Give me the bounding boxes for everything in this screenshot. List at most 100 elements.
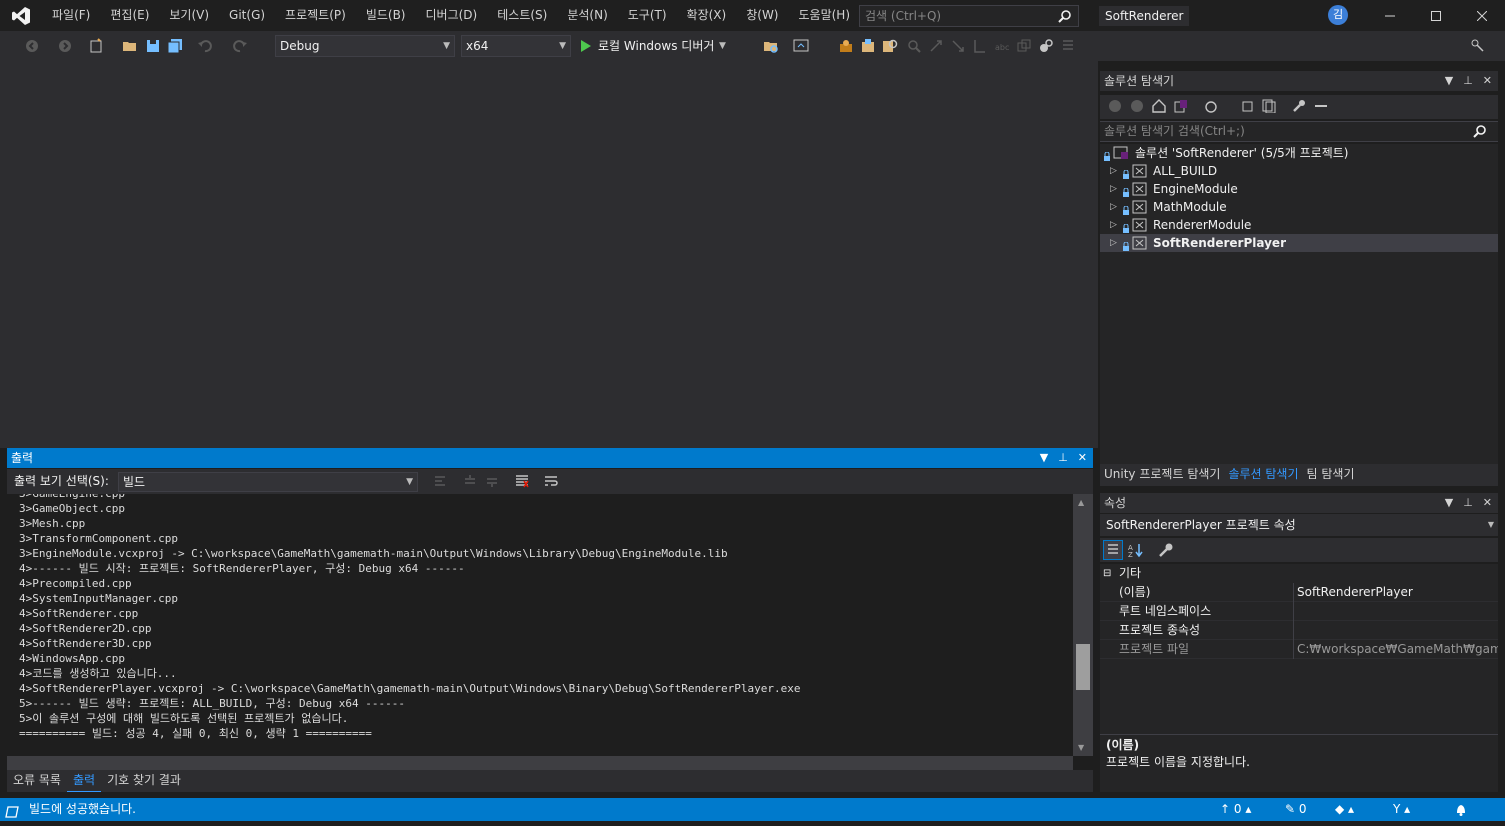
- scroll-up-icon[interactable]: ▲: [1078, 498, 1084, 507]
- menu-item[interactable]: 디버그(D): [416, 0, 488, 31]
- categorized-icon[interactable]: [1103, 540, 1123, 560]
- panel-dropdown-icon[interactable]: ▼: [1445, 493, 1453, 513]
- window-layout-icon[interactable]: [1016, 38, 1032, 54]
- expand-arrow-icon[interactable]: ▷: [1110, 198, 1117, 216]
- run-target-dropdown-icon[interactable]: ▼: [719, 31, 726, 61]
- tree-project-node[interactable]: ▷ MathModule: [1100, 198, 1498, 216]
- open-file-icon[interactable]: [122, 38, 138, 54]
- expand-arrow-icon[interactable]: ▷: [1110, 162, 1117, 180]
- expand-arrow-icon[interactable]: ▷: [1110, 234, 1117, 252]
- menu-item[interactable]: 창(W): [736, 0, 788, 31]
- previous-message-icon[interactable]: [463, 474, 477, 491]
- scroll-down-icon[interactable]: ▼: [1078, 743, 1084, 752]
- find-in-files-icon[interactable]: [882, 38, 898, 54]
- properties-wrench-icon[interactable]: [1292, 99, 1306, 116]
- publish-icon[interactable]: [860, 38, 876, 54]
- menu-item[interactable]: 편집(E): [100, 0, 159, 31]
- browse-folder-icon[interactable]: [763, 38, 779, 54]
- live-share-icon[interactable]: [1038, 38, 1054, 54]
- alphabetical-icon[interactable]: AZ: [1128, 542, 1144, 561]
- menu-item[interactable]: 분석(N): [557, 0, 617, 31]
- property-pages-icon[interactable]: [1158, 542, 1174, 561]
- forward-icon[interactable]: [57, 38, 73, 54]
- show-all-files-icon[interactable]: [1262, 99, 1276, 116]
- property-value[interactable]: SoftRendererPlayer: [1297, 583, 1498, 602]
- menu-item[interactable]: 테스트(S): [487, 0, 557, 31]
- panel-dropdown-icon[interactable]: ▼: [1445, 71, 1453, 91]
- minimize-button[interactable]: [1367, 0, 1413, 31]
- user-avatar[interactable]: 김: [1328, 5, 1348, 25]
- comment-icon[interactable]: [972, 38, 988, 54]
- menu-item[interactable]: 도움말(H): [789, 0, 861, 31]
- tab-error-list[interactable]: 오류 목록: [7, 770, 67, 792]
- menu-item[interactable]: 빌드(B): [356, 0, 416, 31]
- output-text[interactable]: 3>GameEngine.cpp3>GameObject.cpp 3>Mesh.c…: [7, 494, 1073, 756]
- preview-icon[interactable]: [1314, 99, 1328, 116]
- toolbar-options-icon[interactable]: [1060, 38, 1076, 54]
- navigate-icon[interactable]: [906, 38, 922, 54]
- step-over-icon[interactable]: [950, 38, 966, 54]
- menu-item[interactable]: 프로젝트(P): [275, 0, 356, 31]
- pin-icon[interactable]: ⊥: [1463, 493, 1473, 513]
- close-icon[interactable]: ✕: [1078, 448, 1087, 468]
- word-wrap-icon[interactable]: [544, 474, 558, 491]
- output-source-dropdown[interactable]: 빌드 ▼: [118, 472, 418, 492]
- property-value[interactable]: C:₩workspace₩GameMath₩gamema: [1297, 640, 1498, 659]
- menu-item[interactable]: 보기(V): [159, 0, 219, 31]
- search-box[interactable]: 검색 (Ctrl+Q): [859, 5, 1079, 27]
- output-vertical-scrollbar[interactable]: ▲ ▼: [1073, 494, 1093, 756]
- menu-item[interactable]: 파일(F): [42, 0, 100, 31]
- tree-solution-node[interactable]: 솔루션 'SoftRenderer' (5/5개 프로젝트): [1100, 144, 1498, 162]
- collapse-icon[interactable]: ⊟: [1103, 564, 1111, 583]
- back-icon[interactable]: [24, 38, 40, 54]
- property-category[interactable]: ⊟ 기타: [1100, 564, 1498, 583]
- tree-project-node[interactable]: ▷ EngineModule: [1100, 180, 1498, 198]
- build-icon[interactable]: [838, 38, 854, 54]
- pending-changes-icon[interactable]: [1204, 99, 1218, 116]
- save-all-icon[interactable]: [167, 38, 183, 54]
- tab-team-explorer[interactable]: 팀 탐색기: [1303, 464, 1359, 486]
- property-row[interactable]: 루트 네임스페이스: [1100, 602, 1498, 621]
- repository-icon[interactable]: ◆ ▴: [1335, 798, 1354, 821]
- next-message-icon[interactable]: [485, 474, 499, 491]
- close-icon[interactable]: ✕: [1483, 493, 1492, 513]
- new-project-icon[interactable]: [88, 38, 104, 54]
- tab-solution-explorer[interactable]: 솔루션 탐색기: [1224, 464, 1302, 486]
- panel-dropdown-icon[interactable]: ▼: [1040, 448, 1048, 468]
- close-window-button[interactable]: [1459, 0, 1505, 31]
- tab-find-symbol-results[interactable]: 기호 찾기 결과: [101, 770, 187, 792]
- redo-icon[interactable]: [232, 38, 248, 54]
- configuration-dropdown[interactable]: Debug ▼: [275, 35, 455, 57]
- browser-link-icon[interactable]: [793, 38, 809, 54]
- property-row[interactable]: (이름) SoftRendererPlayer: [1100, 583, 1498, 602]
- back-icon[interactable]: [1108, 99, 1122, 116]
- branch-icon[interactable]: Y ▴: [1393, 798, 1410, 821]
- undo-icon[interactable]: [197, 38, 213, 54]
- property-row[interactable]: 프로젝트 파일 C:₩workspace₩GameMath₩gamema: [1100, 640, 1498, 659]
- pending-changes[interactable]: ✎ 0: [1285, 798, 1307, 821]
- tree-project-node[interactable]: ▷ RendererModule: [1100, 216, 1498, 234]
- scrollbar-thumb[interactable]: [1076, 644, 1090, 690]
- start-debugging-icon[interactable]: [580, 39, 596, 55]
- spell-check-icon[interactable]: abc: [994, 38, 1010, 54]
- property-row[interactable]: 프로젝트 종속성: [1100, 621, 1498, 640]
- platform-dropdown[interactable]: x64 ▼: [461, 35, 571, 57]
- tree-project-node[interactable]: ▷ ALL_BUILD: [1100, 162, 1498, 180]
- collapse-all-icon[interactable]: [1240, 99, 1254, 116]
- save-icon[interactable]: [145, 38, 161, 54]
- pin-icon[interactable]: ⊥: [1463, 71, 1473, 91]
- feedback-icon[interactable]: [1470, 38, 1484, 55]
- notifications-icon[interactable]: [1455, 798, 1467, 821]
- solution-explorer-search[interactable]: 솔루션 탐색기 검색(Ctrl+;): [1100, 121, 1498, 142]
- expand-arrow-icon[interactable]: ▷: [1110, 216, 1117, 234]
- step-icon[interactable]: [928, 38, 944, 54]
- menu-item[interactable]: 도구(T): [618, 0, 677, 31]
- forward-icon[interactable]: [1130, 99, 1144, 116]
- home-icon[interactable]: [1152, 99, 1166, 116]
- run-target-label[interactable]: 로컬 Windows 디버거: [598, 31, 714, 61]
- menu-item[interactable]: Git(G): [219, 0, 275, 31]
- properties-object-selector[interactable]: SoftRendererPlayer 프로젝트 속성 ▼: [1100, 514, 1498, 536]
- output-horizontal-scrollbar[interactable]: [7, 756, 1073, 770]
- pin-icon[interactable]: ⊥: [1058, 448, 1068, 468]
- expand-arrow-icon[interactable]: ▷: [1110, 180, 1117, 198]
